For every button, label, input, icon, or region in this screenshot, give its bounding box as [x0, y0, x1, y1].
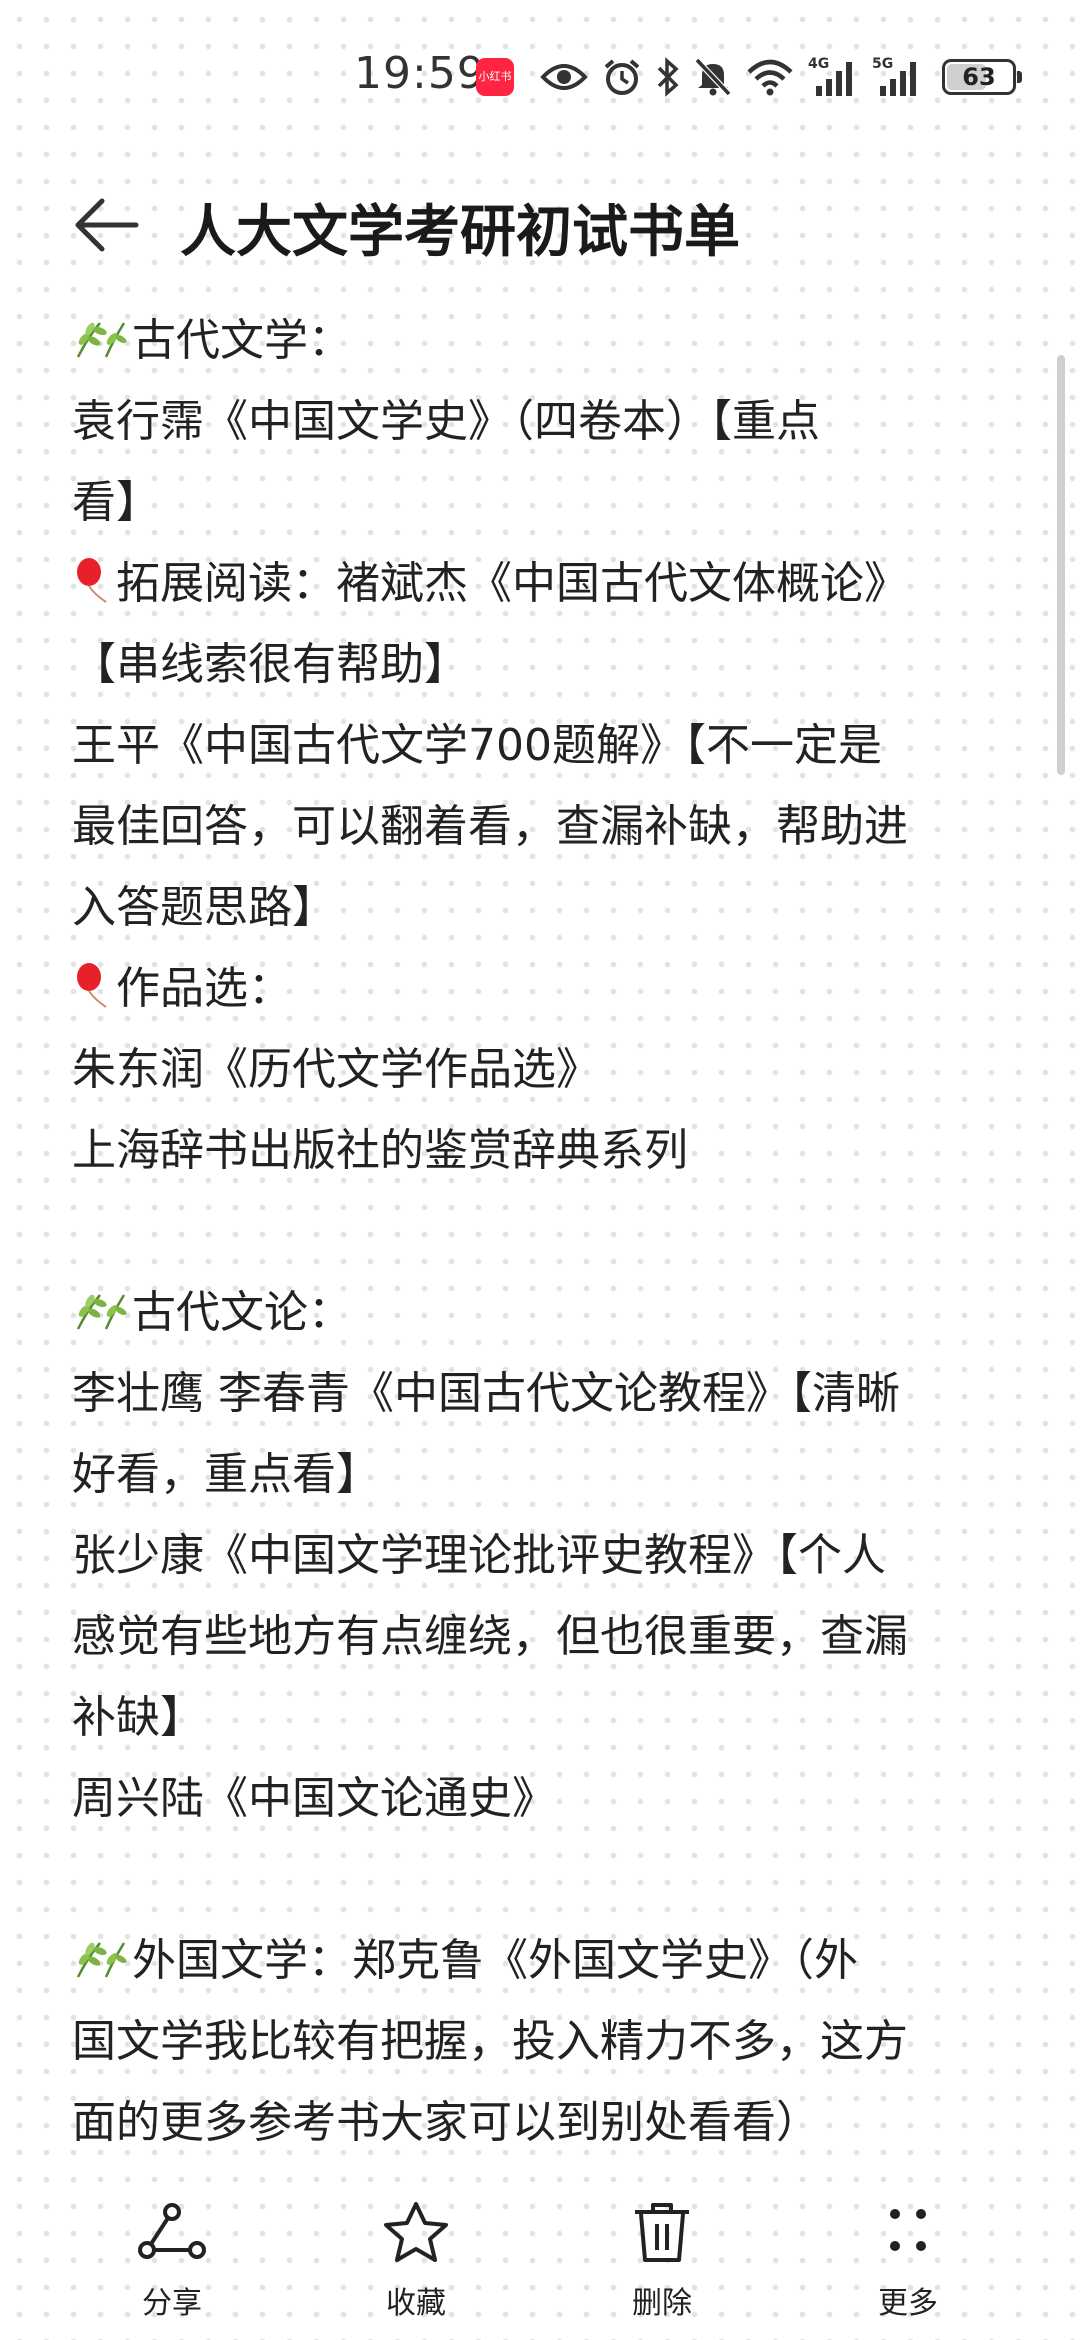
content-line: 王平《中国古代文学700题解》【不一定是 [72, 720, 882, 771]
balloon-icon [77, 558, 107, 603]
content-line: 李壮鹰 李春青《中国古代文论教程》【清晰 [72, 1368, 900, 1419]
leaf-icon [76, 322, 127, 358]
content-line: 看】 [72, 477, 160, 528]
note-content: 古代文学： 袁行霈《中国文学史》（四卷本）【重点 看】 拓展阅读：褚斌杰《中国古… [72, 300, 1022, 2163]
balloon-icon [77, 963, 107, 1008]
content-line-with-balloon: 作品选： [72, 948, 1022, 1029]
star-icon [384, 2202, 448, 2262]
content-line: 古代文学： [132, 315, 352, 366]
collect-button[interactable]: 收藏 [336, 2200, 496, 2322]
section-heading: 古代文论： [72, 1272, 1022, 1353]
content-line: 拓展阅读：褚斌杰《中国古代文体概论》 [116, 558, 908, 609]
alarm-icon [604, 59, 640, 95]
signal-5g-icon: 5G [872, 54, 922, 100]
header: 人大文学考研初试书单 [0, 175, 1080, 275]
share-button[interactable]: 分享 [92, 2200, 252, 2322]
status-bar: 19:59 小红书 4G 5G 63 [0, 0, 1080, 150]
trash-icon [635, 2203, 689, 2262]
content-line: 国文学我比较有把握，投入精力不多，这方 [72, 2016, 908, 2067]
content-line: 周兴陆《中国文论通史》 [72, 1773, 556, 1824]
content-line: 外国文学：郑克鲁《外国文学史》（外 [132, 1935, 858, 1986]
content-line: 古代文论： [132, 1287, 352, 1338]
mute-icon [694, 57, 732, 97]
content-line: 袁行霈《中国文学史》（四卷本）【重点 [72, 396, 820, 447]
content-line: 补缺】 [72, 1692, 204, 1743]
delete-button[interactable]: 删除 [582, 2200, 742, 2322]
content-line: 好看，重点看】 [72, 1449, 380, 1500]
share-icon [138, 2203, 206, 2259]
bottom-action-bar: 分享 收藏 删除 更多 [0, 2180, 1080, 2340]
content-line: 朱东润《历代文学作品选》 [72, 1044, 600, 1095]
back-arrow-icon[interactable] [72, 193, 142, 257]
bluetooth-icon [657, 57, 679, 97]
content-line: 入答题思路】 [72, 882, 336, 933]
section-heading: 外国文学：郑克鲁《外国文学史》（外 [72, 1920, 1022, 2001]
content-line: 上海辞书出版社的鉴赏辞典系列 [72, 1125, 688, 1176]
content-line-with-balloon: 拓展阅读：褚斌杰《中国古代文体概论》 [72, 543, 1022, 624]
content-line: 作品选： [116, 963, 292, 1014]
more-label: 更多 [878, 2286, 938, 2321]
more-button[interactable]: 更多 [828, 2200, 988, 2322]
share-label: 分享 [142, 2286, 202, 2321]
scrollbar[interactable] [1057, 355, 1065, 775]
delete-label: 删除 [632, 2286, 692, 2321]
more-dots-icon [890, 2209, 926, 2251]
page-title: 人大文学考研初试书单 [180, 200, 740, 265]
battery-icon: 63 [942, 59, 1022, 95]
content-line: 【串线索很有帮助】 [72, 639, 468, 690]
battery-level: 63 [962, 63, 996, 91]
content-line: 面的更多参考书大家可以到别处看看） [72, 2097, 820, 2148]
status-time: 19:59 [354, 48, 486, 99]
collect-label: 收藏 [386, 2286, 446, 2321]
xiaohongshu-badge-icon: 小红书 [476, 58, 514, 96]
content-line: 张少康《中国文学理论批评史教程》【个人 [72, 1530, 886, 1581]
battery-cap [1017, 71, 1022, 83]
content-line: 感觉有些地方有点缠绕，但也很重要，查漏 [72, 1611, 908, 1662]
leaf-icon [76, 1294, 127, 1330]
status-icons: 4G 5G 63 [540, 52, 1022, 102]
content-line: 最佳回答，可以翻着看，查漏补缺，帮助进 [72, 801, 908, 852]
leaf-icon [76, 1942, 127, 1978]
eye-icon [540, 64, 588, 90]
section-heading: 古代文学： [72, 300, 1022, 381]
signal-4g-icon: 4G [808, 54, 858, 100]
wifi-icon [747, 59, 793, 96]
